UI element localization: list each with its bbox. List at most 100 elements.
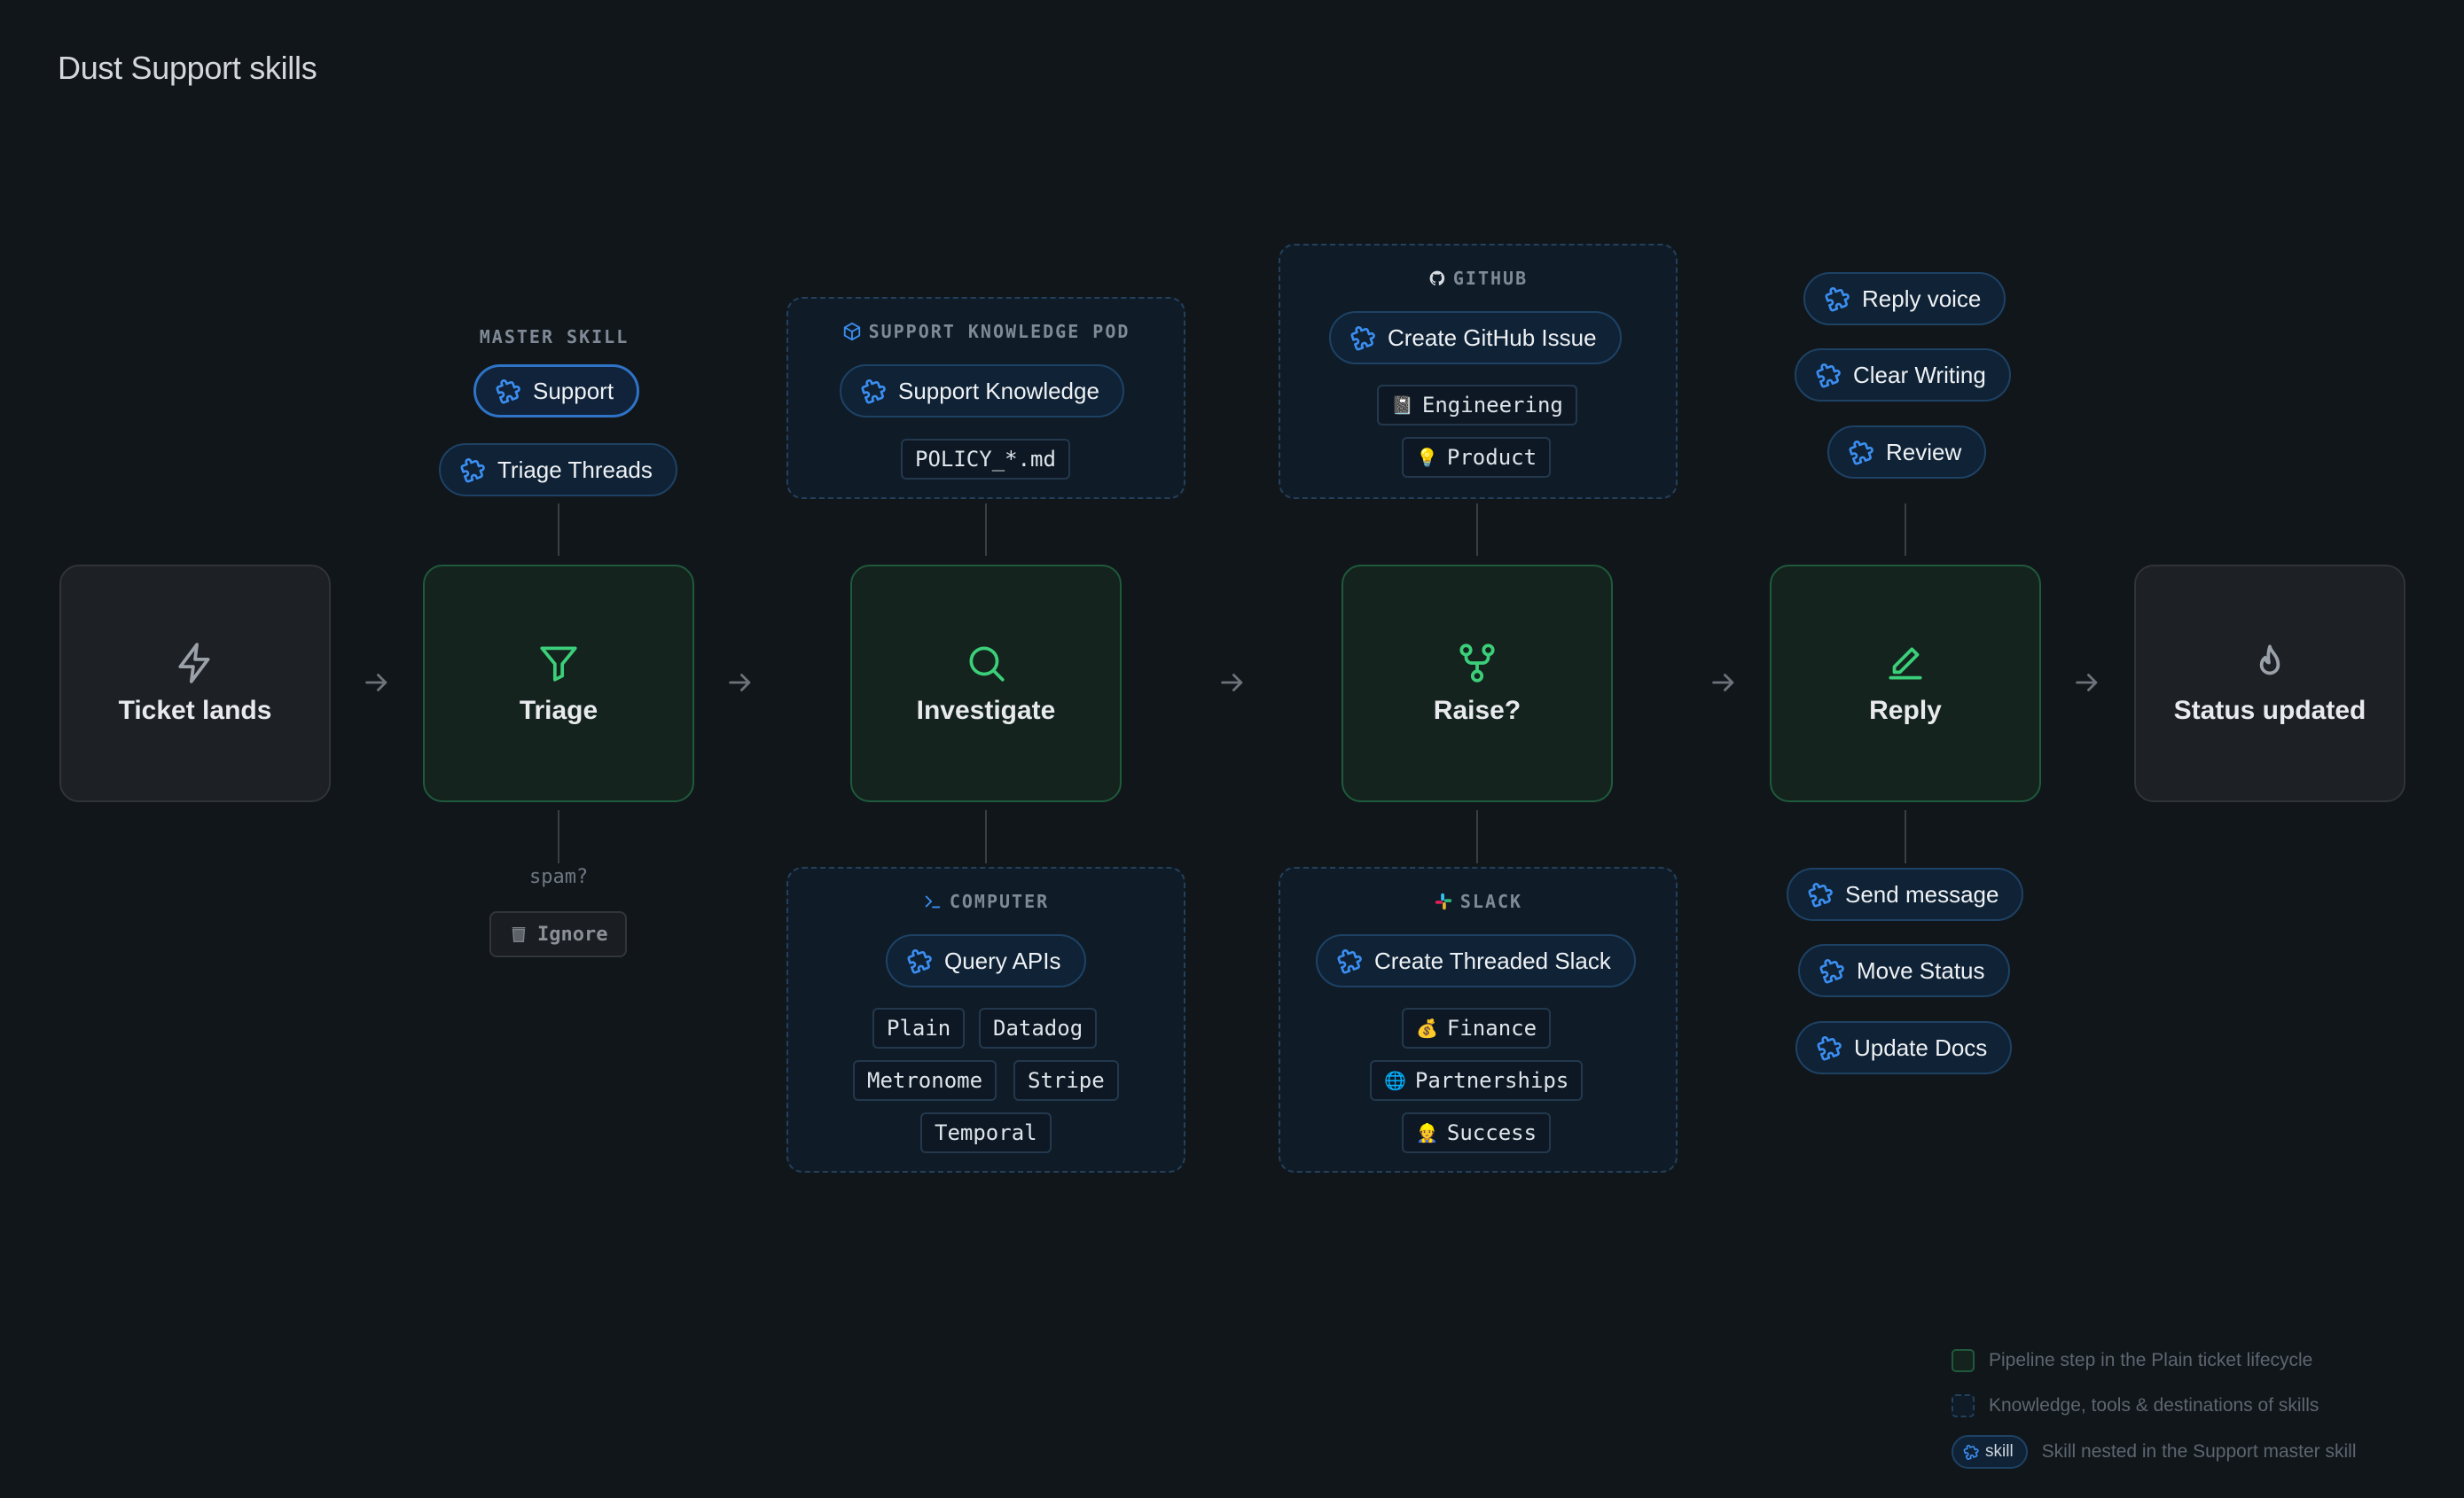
flame-icon — [2259, 644, 2280, 675]
step-ticket-lands[interactable]: Ticket lands — [59, 565, 331, 802]
puzzle-icon — [905, 947, 934, 975]
legend-label: Knowledge, tools & destinations of skill… — [1989, 1395, 2319, 1416]
step-triage[interactable]: Triage — [423, 565, 694, 802]
puzzle-icon — [1823, 285, 1851, 313]
lightning-icon — [178, 643, 210, 683]
skill-label: Move Status — [1857, 956, 1985, 984]
legend-pipeline-step: Pipeline step in the Plain ticket lifecy… — [1952, 1349, 2312, 1372]
skill-pill-review[interactable]: Review — [1827, 425, 1987, 479]
skill-pill-support[interactable]: Support — [473, 364, 640, 417]
skill-pill-triage-threads[interactable]: Triage Threads — [439, 443, 677, 496]
step-status-updated[interactable]: Status updated — [2134, 565, 2405, 802]
group-header-label: GITHUB — [1452, 268, 1529, 289]
skill-label: Review — [1886, 438, 1962, 465]
skill-pill-send-message[interactable]: Send message — [1787, 868, 2024, 921]
puzzle-icon — [1962, 1443, 1980, 1461]
terminal-icon — [925, 895, 941, 909]
skill-label: Update Docs — [1854, 1034, 1988, 1061]
tool-tag-datadog[interactable]: Datadog — [979, 1008, 1098, 1049]
tag-label: Finance — [1446, 1016, 1537, 1041]
step-raise[interactable]: Raise? — [1342, 565, 1613, 802]
connector-line — [1476, 503, 1478, 556]
skill-pill-support-knowledge[interactable]: Support Knowledge — [840, 364, 1124, 417]
skill-pill-create-github-issue[interactable]: Create GitHub Issue — [1329, 311, 1622, 364]
skill-label: Create Threaded Slack — [1374, 947, 1611, 974]
tag-label: Engineering — [1421, 393, 1563, 417]
legend-skill: skill Skill nested in the Support master… — [1952, 1435, 2357, 1469]
arrow-right-icon — [365, 674, 387, 691]
knowledge-pod-group: SUPPORT KNOWLEDGE POD Support Knowledge … — [786, 297, 1185, 499]
tool-tag-plain[interactable]: Plain — [872, 1008, 966, 1049]
tag-label: Partnerships — [1414, 1068, 1569, 1093]
tag-label: Success — [1446, 1120, 1537, 1145]
github-header: GITHUB — [1280, 268, 1676, 289]
skill-pill-create-threaded-slack[interactable]: Create Threaded Slack — [1316, 934, 1636, 987]
puzzle-icon — [1335, 947, 1364, 975]
trash-icon — [512, 926, 526, 942]
arrow-right-icon — [1712, 674, 1734, 691]
destination-tag-finance[interactable]: 💰 Finance — [1402, 1008, 1552, 1049]
connector-line — [985, 810, 987, 863]
step-reply[interactable]: Reply — [1770, 565, 2041, 802]
tag-label: Stripe — [1028, 1068, 1105, 1093]
puzzle-icon — [1349, 324, 1377, 352]
skill-pill-update-docs[interactable]: Update Docs — [1795, 1021, 2013, 1074]
tool-tag-stripe[interactable]: Stripe — [1013, 1060, 1119, 1101]
slack-header: SLACK — [1280, 891, 1676, 912]
puzzle-icon — [1814, 361, 1842, 389]
ignore-label: Ignore — [537, 923, 608, 946]
arrow-right-icon — [2076, 674, 2098, 691]
destination-tag-engineering[interactable]: 📓 Engineering — [1377, 385, 1577, 425]
skill-label: Clear Writing — [1853, 361, 1986, 388]
group-header-label: SUPPORT KNOWLEDGE POD — [868, 321, 1130, 342]
step-label: Triage — [519, 696, 598, 725]
destination-tag-product[interactable]: 💡 Product — [1402, 437, 1552, 478]
worker-icon: 👷 — [1416, 1122, 1438, 1143]
connector-line — [985, 503, 987, 556]
cube-icon — [843, 322, 860, 341]
step-investigate[interactable]: Investigate — [850, 565, 1122, 802]
skill-label: Send message — [1845, 880, 1999, 908]
skill-pill-reply-voice[interactable]: Reply voice — [1803, 272, 2006, 325]
step-label: Ticket lands — [118, 696, 272, 725]
arrow-right-icon — [1221, 674, 1243, 691]
skill-label: Support Knowledge — [898, 377, 1099, 404]
legend-knowledge-tools: Knowledge, tools & destinations of skill… — [1952, 1394, 2319, 1417]
github-icon — [1429, 270, 1445, 285]
destination-tag-success[interactable]: 👷 Success — [1402, 1112, 1552, 1153]
spam-label: spam? — [529, 866, 589, 888]
skill-pill-clear-writing[interactable]: Clear Writing — [1795, 348, 2011, 402]
branch-icon — [1459, 644, 1495, 683]
legend-label: Skill nested in the Support master skill — [2041, 1441, 2357, 1462]
destination-tag-partnerships[interactable]: 🌐 Partnerships — [1370, 1060, 1584, 1101]
computer-group: COMPUTER Query APIs Plain Datadog Metron… — [786, 867, 1185, 1173]
notebook-icon: 📓 — [1391, 394, 1413, 416]
filter-icon — [540, 646, 577, 682]
magnifier-icon — [969, 646, 1005, 682]
group-header-label: SLACK — [1459, 891, 1523, 912]
skill-pill-query-apis[interactable]: Query APIs — [886, 934, 1086, 987]
skill-label: Reply voice — [1862, 285, 1982, 312]
tool-tag-metronome[interactable]: Metronome — [853, 1060, 997, 1101]
tag-label: POLICY_*.md — [915, 447, 1056, 472]
slack-icon — [1435, 893, 1452, 910]
pencil-icon — [1889, 647, 1922, 680]
arrow-right-icon — [729, 674, 751, 691]
skill-label: Query APIs — [944, 947, 1061, 974]
tag-label: Metronome — [867, 1068, 983, 1093]
skill-label: Support — [533, 377, 614, 404]
connector-line — [1905, 810, 1906, 863]
skill-pill-move-status[interactable]: Move Status — [1798, 944, 2010, 997]
policy-file-tag[interactable]: POLICY_*.md — [901, 439, 1070, 480]
connector-line — [558, 503, 559, 556]
step-label: Raise? — [1433, 696, 1521, 725]
group-header-label: COMPUTER — [949, 891, 1050, 912]
computer-header: COMPUTER — [788, 891, 1184, 912]
step-label: Reply — [1869, 696, 1942, 725]
ignore-tag[interactable]: Ignore — [489, 911, 628, 957]
skill-label: Create GitHub Issue — [1388, 324, 1597, 351]
tag-label: Plain — [887, 1016, 951, 1041]
tool-tag-temporal[interactable]: Temporal — [920, 1112, 1052, 1153]
legend-pill-label: skill — [1985, 1442, 2014, 1461]
connector-line — [1476, 810, 1478, 863]
